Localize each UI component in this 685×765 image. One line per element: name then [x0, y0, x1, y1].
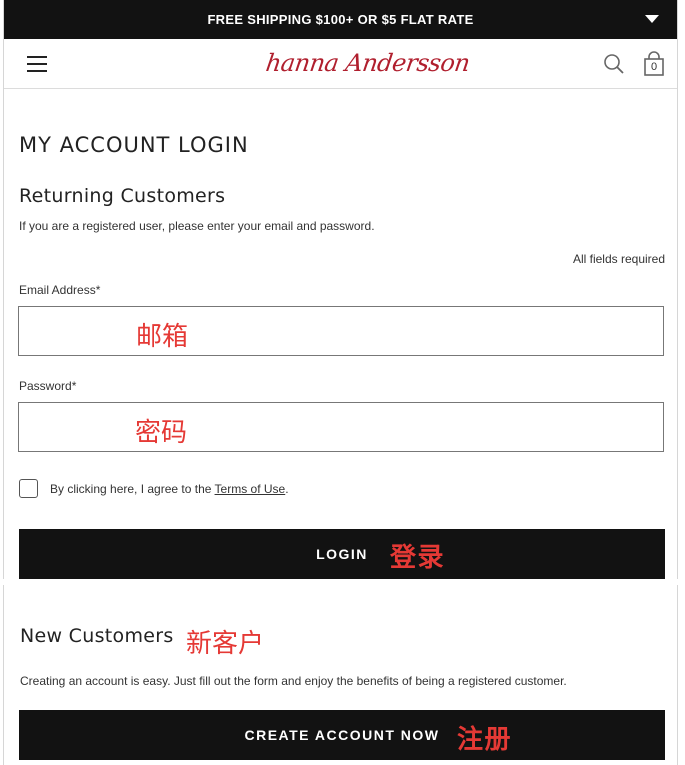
brand-logo[interactable]: hanna Andersson: [264, 49, 471, 77]
terms-text: By clicking here, I agree to the Terms o…: [50, 482, 289, 496]
email-annotation: 邮箱: [136, 322, 189, 352]
create-account-annotation: 注册: [457, 725, 513, 755]
terms-of-use-link[interactable]: Terms of Use: [215, 482, 286, 496]
login-annotation: 登录: [390, 543, 446, 573]
email-field[interactable]: 邮箱: [18, 306, 664, 356]
section-divider: [3, 579, 685, 585]
returning-intro-text: If you are a registered user, please ent…: [19, 219, 375, 233]
shopping-bag-icon[interactable]: 0: [642, 51, 666, 77]
bag-count: 0: [650, 61, 658, 73]
returning-customers-heading: Returning Customers: [19, 185, 226, 207]
terms-checkbox[interactable]: [19, 479, 38, 498]
email-label: Email Address*: [19, 283, 101, 297]
new-customers-heading-text: New Customers: [20, 625, 174, 647]
promo-text: FREE SHIPPING $100+ OR $5 FLAT RATE: [207, 12, 474, 27]
caret-down-icon[interactable]: [645, 15, 659, 23]
site-header: hanna Andersson 0: [4, 39, 677, 89]
hamburger-menu-icon[interactable]: [27, 56, 47, 74]
page-title: MY ACCOUNT LOGIN: [19, 133, 249, 157]
new-customers-text: Creating an account is easy. Just fill o…: [20, 674, 567, 688]
terms-prefix: By clicking here, I agree to the: [50, 482, 215, 496]
login-button[interactable]: LOGIN 登录: [19, 529, 665, 579]
promo-banner[interactable]: FREE SHIPPING $100+ OR $5 FLAT RATE: [4, 0, 677, 39]
password-field[interactable]: 密码: [18, 402, 664, 452]
search-icon[interactable]: [602, 52, 626, 76]
page-frame: FREE SHIPPING $100+ OR $5 FLAT RATE hann…: [3, 0, 685, 765]
new-customers-annotation: 新客户: [186, 629, 265, 659]
password-label: Password*: [19, 379, 77, 393]
login-button-label: LOGIN: [316, 546, 368, 562]
new-customers-heading: New Customers: [20, 625, 174, 647]
required-fields-note: All fields required: [572, 252, 665, 266]
create-account-button[interactable]: CREATE ACCOUNT NOW 注册: [19, 710, 665, 760]
terms-suffix: .: [285, 482, 289, 496]
password-annotation: 密码: [135, 418, 188, 448]
create-account-button-label: CREATE ACCOUNT NOW: [244, 727, 440, 743]
